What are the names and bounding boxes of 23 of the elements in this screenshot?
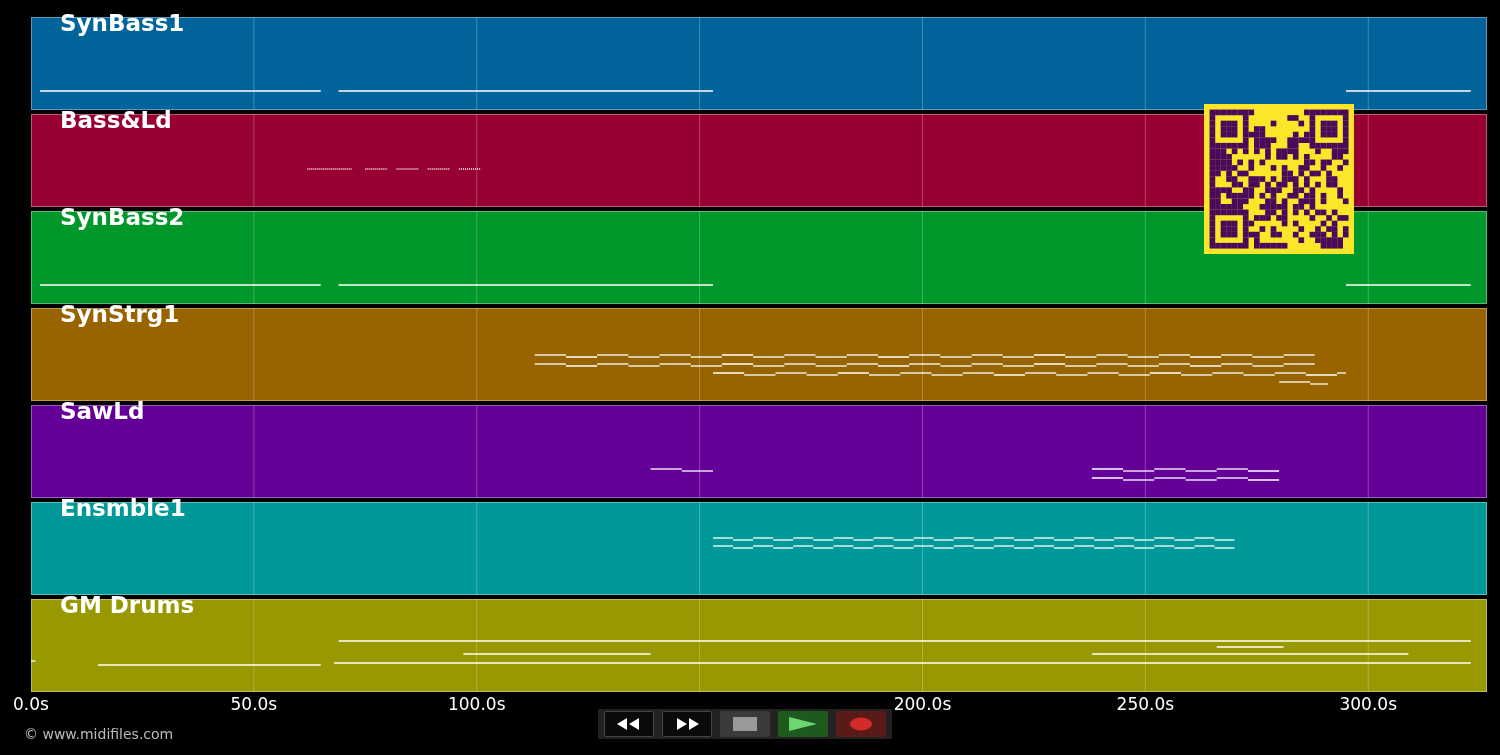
time-label: 0.0s bbox=[13, 694, 49, 714]
play-button[interactable] bbox=[778, 711, 828, 737]
record-button[interactable] bbox=[836, 711, 886, 737]
play-icon bbox=[788, 716, 818, 732]
time-label: 100.0s bbox=[448, 694, 506, 714]
time-label: 200.0s bbox=[893, 694, 952, 714]
copyright-text: © www.midifiles.com bbox=[24, 726, 174, 742]
track-name: Ensmble1 bbox=[60, 495, 186, 523]
time-label: 250.0s bbox=[1116, 694, 1175, 714]
qr-code-icon bbox=[1204, 104, 1354, 254]
stop-button[interactable] bbox=[720, 711, 770, 737]
time-label: 50.0s bbox=[230, 694, 278, 714]
fast-forward-button[interactable] bbox=[662, 711, 712, 737]
track-name: SawLd bbox=[60, 398, 145, 426]
track-name: Bass&Ld bbox=[60, 107, 172, 135]
time-label: 300.0s bbox=[1339, 694, 1397, 714]
track-name: SynBass1 bbox=[60, 10, 185, 38]
stop-icon bbox=[733, 717, 757, 731]
rewind-button[interactable] bbox=[604, 711, 654, 737]
track-name: SynStrg1 bbox=[60, 301, 180, 329]
record-icon bbox=[849, 717, 873, 731]
track-name: GM Drums bbox=[60, 592, 195, 620]
track-name: SynBass2 bbox=[60, 204, 185, 232]
